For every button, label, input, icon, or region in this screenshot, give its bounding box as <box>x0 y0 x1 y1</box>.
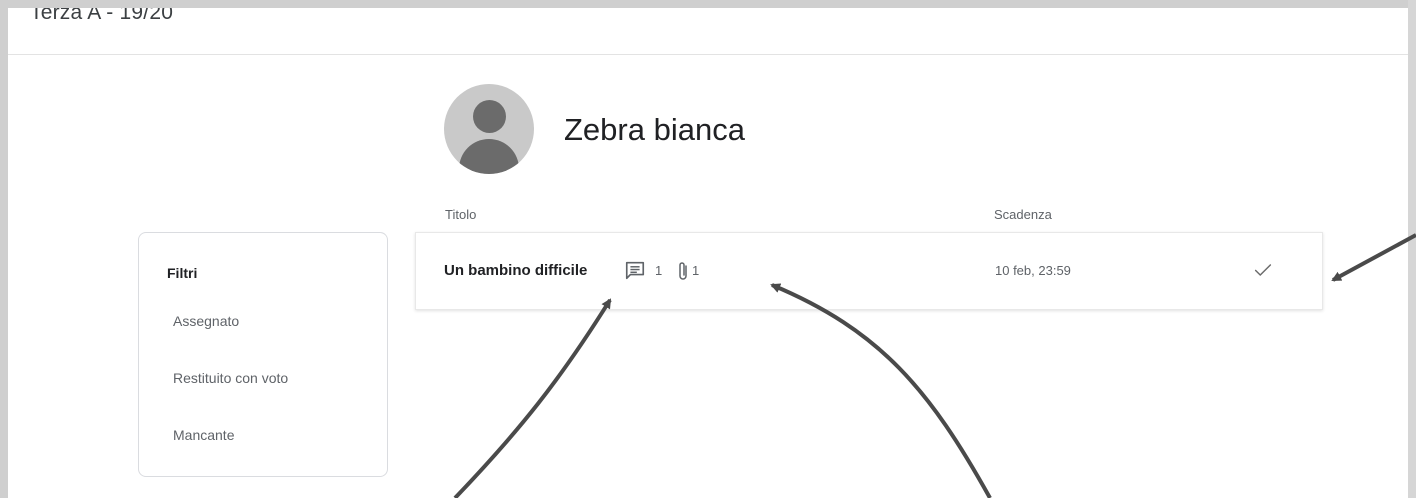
comment-icon <box>625 261 645 280</box>
filter-assigned[interactable]: Assegnato <box>173 313 239 329</box>
assignment-title[interactable]: Un bambino difficile <box>444 262 587 279</box>
assignment-row[interactable]: Un bambino difficile 1 1 10 feb, 23:59 <box>415 232 1323 310</box>
filters-panel: Filtri Assegnato Restituito con voto Man… <box>138 232 388 477</box>
paperclip-icon <box>679 262 687 280</box>
column-header-due: Scadenza <box>994 207 1052 222</box>
filter-missing[interactable]: Mancante <box>173 427 234 443</box>
window-edge <box>1408 0 1416 498</box>
check-icon <box>1254 264 1272 276</box>
avatar-body <box>459 139 519 174</box>
column-header-title: Titolo <box>445 207 477 222</box>
classroom-frame: Terza A - 19/20 Zebra bianca Titolo Scad… <box>8 8 1416 498</box>
filters-title: Filtri <box>167 265 198 281</box>
filter-returned-graded[interactable]: Restituito con voto <box>173 370 288 386</box>
class-title[interactable]: Terza A - 19/20 <box>30 8 173 25</box>
avatar-head <box>473 100 506 133</box>
attachment-count: 1 <box>692 263 700 278</box>
student-avatar <box>444 84 534 174</box>
due-date: 10 feb, 23:59 <box>995 263 1071 278</box>
student-name: Zebra bianca <box>564 112 745 147</box>
header: Terza A - 19/20 <box>8 8 1416 55</box>
comment-count: 1 <box>655 263 663 278</box>
